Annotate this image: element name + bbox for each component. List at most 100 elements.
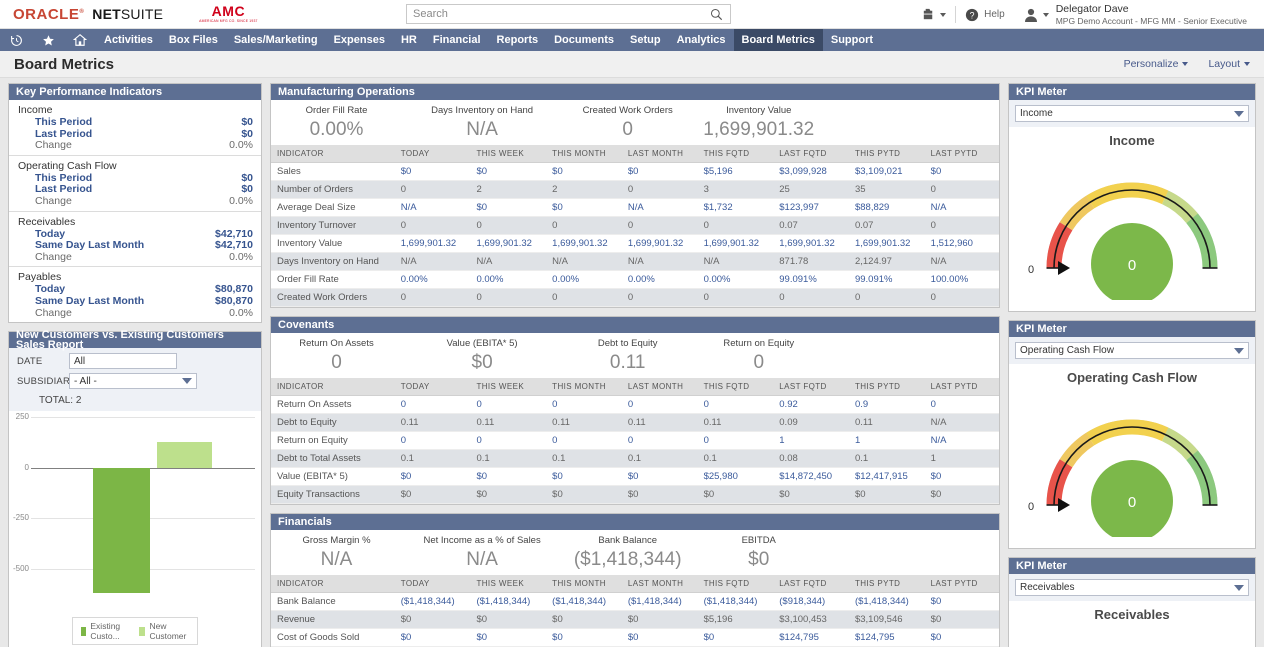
- table-cell[interactable]: 0: [394, 180, 471, 199]
- table-cell[interactable]: 0: [773, 288, 849, 307]
- table-cell[interactable]: 0.1: [394, 449, 471, 468]
- kpi-label[interactable]: Same Day Last Month: [35, 240, 144, 252]
- nav-item-documents[interactable]: Documents: [546, 29, 622, 51]
- table-cell[interactable]: N/A: [924, 413, 999, 432]
- kpi-meter-select[interactable]: Receivables: [1015, 579, 1249, 596]
- global-search[interactable]: [406, 4, 731, 24]
- table-cell[interactable]: $0: [621, 162, 698, 181]
- kpi-row[interactable]: Same Day Last Month $80,870: [9, 295, 261, 308]
- search-icon[interactable]: [710, 8, 730, 21]
- table-cell[interactable]: 0.11: [394, 413, 471, 432]
- table-cell[interactable]: $5,196: [697, 162, 774, 181]
- table-cell[interactable]: 0.11: [621, 413, 698, 432]
- table-cell[interactable]: 1,699,901.32: [394, 234, 471, 253]
- column-header[interactable]: THIS FQTD: [697, 145, 774, 163]
- table-cell[interactable]: 0: [394, 431, 471, 450]
- table-cell[interactable]: $3,099,928: [773, 162, 849, 181]
- table-cell[interactable]: 0.00%: [470, 270, 547, 289]
- table-cell[interactable]: N/A: [470, 252, 547, 271]
- personalize-menu[interactable]: Personalize: [1124, 58, 1189, 70]
- table-cell[interactable]: 35: [848, 180, 925, 199]
- table-cell[interactable]: 0.00%: [697, 270, 774, 289]
- table-cell[interactable]: 2: [470, 180, 547, 199]
- table-cell[interactable]: 0: [394, 395, 471, 414]
- table-cell[interactable]: 0: [621, 180, 698, 199]
- table-cell[interactable]: N/A: [924, 198, 999, 217]
- column-header[interactable]: INDICATOR: [271, 378, 395, 396]
- table-cell[interactable]: 0: [546, 431, 622, 450]
- table-cell[interactable]: 0: [546, 288, 622, 307]
- kpi-meter-select[interactable]: Income: [1015, 105, 1249, 122]
- table-cell[interactable]: $123,997: [773, 198, 849, 217]
- table-cell[interactable]: $0: [470, 162, 547, 181]
- table-cell[interactable]: 0.11: [848, 413, 925, 432]
- table-cell[interactable]: 0: [470, 431, 547, 450]
- nav-item-setup[interactable]: Setup: [622, 29, 669, 51]
- table-cell[interactable]: 99.091%: [848, 270, 925, 289]
- table-cell[interactable]: 871.78: [773, 252, 849, 271]
- table-cell[interactable]: 0: [697, 395, 774, 414]
- table-cell[interactable]: $88,829: [848, 198, 925, 217]
- table-cell[interactable]: ($1,418,344): [848, 592, 925, 611]
- table-cell[interactable]: 2,124.97: [848, 252, 925, 271]
- column-header[interactable]: LAST PYTD: [924, 145, 999, 163]
- table-cell[interactable]: N/A: [394, 252, 471, 271]
- column-header[interactable]: THIS WEEK: [470, 378, 547, 396]
- table-cell[interactable]: 0.1: [621, 449, 698, 468]
- user-menu[interactable]: Delegator Dave MPG Demo Account - MFG MM…: [1014, 0, 1256, 29]
- table-cell[interactable]: 0.1: [697, 449, 774, 468]
- column-header[interactable]: THIS FQTD: [697, 575, 774, 593]
- column-header[interactable]: THIS WEEK: [470, 575, 547, 593]
- table-cell[interactable]: 1,699,901.32: [546, 234, 622, 253]
- table-cell[interactable]: N/A: [621, 198, 698, 217]
- column-header[interactable]: LAST PYTD: [924, 575, 999, 593]
- column-header[interactable]: TODAY: [394, 575, 471, 593]
- table-cell[interactable]: 0: [470, 288, 547, 307]
- column-header[interactable]: THIS MONTH: [546, 145, 622, 163]
- table-cell[interactable]: $0: [546, 467, 622, 486]
- table-cell[interactable]: $1,732: [697, 198, 774, 217]
- column-header[interactable]: THIS MONTH: [546, 378, 622, 396]
- kpi-row[interactable]: Same Day Last Month $42,710: [9, 240, 261, 252]
- table-cell[interactable]: 0.1: [848, 449, 925, 468]
- table-cell[interactable]: ($918,344): [773, 592, 849, 611]
- table-cell[interactable]: ($1,418,344): [394, 592, 471, 611]
- nav-item-expenses[interactable]: Expenses: [326, 29, 393, 51]
- date-input[interactable]: All: [69, 353, 177, 370]
- bar-existing-customer[interactable]: [93, 467, 150, 593]
- kpi-row[interactable]: This Period $0: [9, 116, 261, 129]
- table-cell[interactable]: 0.11: [470, 413, 547, 432]
- table-cell[interactable]: $5,196: [697, 610, 774, 629]
- column-header[interactable]: LAST MONTH: [621, 575, 698, 593]
- column-header[interactable]: LAST FQTD: [773, 378, 849, 396]
- table-cell[interactable]: $0: [924, 485, 999, 504]
- table-cell[interactable]: N/A: [924, 252, 999, 271]
- table-cell[interactable]: 0: [621, 395, 698, 414]
- recent-icon[interactable]: [0, 29, 32, 51]
- kpi-meter-select[interactable]: Operating Cash Flow: [1015, 342, 1249, 359]
- table-cell[interactable]: 0.11: [697, 413, 774, 432]
- table-cell[interactable]: $3,100,453: [773, 610, 849, 629]
- table-cell[interactable]: 0: [924, 288, 999, 307]
- column-header[interactable]: THIS WEEK: [470, 145, 547, 163]
- column-header[interactable]: LAST FQTD: [773, 575, 849, 593]
- table-cell[interactable]: 0: [546, 216, 622, 235]
- table-cell[interactable]: 0.1: [470, 449, 547, 468]
- table-cell[interactable]: 0: [697, 288, 774, 307]
- table-cell[interactable]: $0: [546, 198, 622, 217]
- table-cell[interactable]: 1: [848, 431, 925, 450]
- layout-menu[interactable]: Layout: [1208, 58, 1250, 70]
- table-cell[interactable]: 0.11: [546, 413, 622, 432]
- table-cell[interactable]: 1,699,901.32: [697, 234, 774, 253]
- table-cell[interactable]: $0: [394, 162, 471, 181]
- nav-item-support[interactable]: Support: [823, 29, 881, 51]
- quick-add-menu[interactable]: [912, 0, 955, 29]
- table-cell[interactable]: $0: [924, 628, 999, 647]
- table-cell[interactable]: 1,512,960: [924, 234, 999, 253]
- legend-item[interactable]: New Customer: [139, 621, 189, 641]
- table-cell[interactable]: 0.00%: [621, 270, 698, 289]
- column-header[interactable]: THIS PYTD: [848, 145, 925, 163]
- table-cell[interactable]: 1,699,901.32: [621, 234, 698, 253]
- table-cell[interactable]: ($1,418,344): [697, 592, 774, 611]
- table-cell[interactable]: $0: [470, 467, 547, 486]
